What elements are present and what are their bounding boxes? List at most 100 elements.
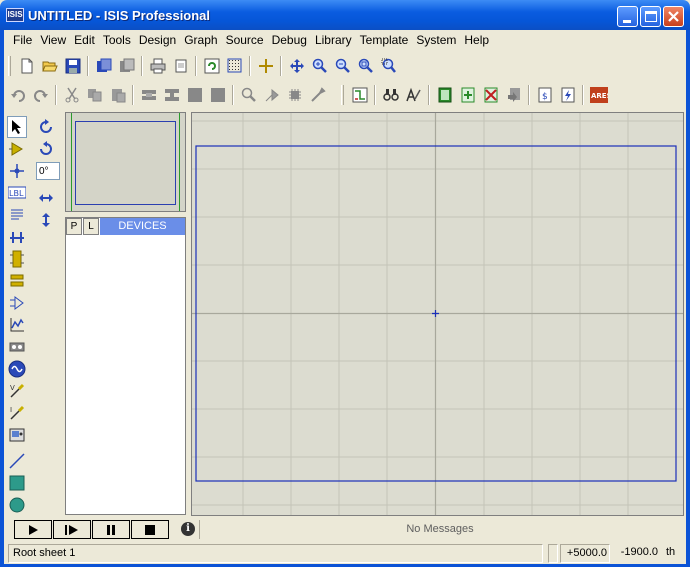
menu-file[interactable]: File	[10, 33, 37, 47]
status-bar: Root sheet 1 +5000.0 -1900.0 th	[4, 544, 686, 563]
zoom-in-icon[interactable]	[309, 56, 330, 77]
schematic-canvas[interactable]	[191, 112, 684, 516]
devices-title: DEVICES	[100, 218, 185, 235]
window-frame-right	[686, 30, 690, 567]
device-pins-icon[interactable]	[7, 292, 27, 314]
menu-debug[interactable]: Debug	[269, 33, 312, 47]
graph-mode-icon[interactable]	[7, 314, 27, 336]
component-mode-icon[interactable]	[7, 138, 27, 160]
print-area-icon[interactable]	[170, 56, 191, 77]
open-folder-icon[interactable]	[39, 56, 60, 77]
block-move-icon[interactable]	[161, 85, 182, 106]
devices-list[interactable]	[66, 235, 185, 514]
refresh-icon[interactable]	[201, 56, 222, 77]
status-coord-y: -1900.0	[620, 546, 658, 558]
block-copy-icon[interactable]	[138, 85, 159, 106]
circle-icon[interactable]	[7, 494, 27, 516]
menu-bar: File View Edit Tools Design Graph Source…	[4, 30, 686, 50]
wire-autorouter-icon[interactable]	[349, 85, 370, 106]
zoom-all-icon[interactable]	[355, 56, 376, 77]
wire-label-icon[interactable]: LBL	[7, 182, 27, 204]
overview-window[interactable]	[65, 112, 186, 212]
save-icon[interactable]	[62, 56, 83, 77]
subcircuit-icon[interactable]	[7, 248, 27, 270]
menu-help[interactable]: Help	[461, 33, 494, 47]
zoom-area-icon[interactable]	[378, 56, 399, 77]
add-sheet-icon[interactable]	[457, 85, 478, 106]
tape-recorder-icon[interactable]	[7, 336, 27, 358]
rotate-clockwise-icon[interactable]	[36, 116, 56, 138]
line-icon[interactable]	[7, 450, 27, 472]
packaging-icon[interactable]	[284, 85, 305, 106]
erc-icon[interactable]	[557, 85, 578, 106]
menu-view[interactable]: View	[37, 33, 71, 47]
selection-mode-icon[interactable]	[7, 116, 27, 138]
junction-dot-icon[interactable]	[7, 160, 27, 182]
cut-icon[interactable]	[61, 85, 82, 106]
terminals-icon[interactable]	[7, 270, 27, 292]
virtual-instruments-icon[interactable]	[7, 424, 27, 446]
menu-source[interactable]: Source	[223, 33, 269, 47]
text-script-icon[interactable]	[7, 204, 27, 226]
pick-devices-button[interactable]: P	[66, 218, 82, 235]
app-icon[interactable]: ISIS	[6, 8, 24, 22]
decompose-icon[interactable]	[307, 85, 328, 106]
block-delete-icon[interactable]	[207, 85, 228, 106]
box-icon[interactable]	[7, 472, 27, 494]
make-device-icon[interactable]	[261, 85, 282, 106]
bom-icon[interactable]: $	[534, 85, 555, 106]
mirror-x-icon[interactable]	[36, 187, 56, 209]
menu-template[interactable]: Template	[357, 33, 414, 47]
remove-sheet-icon[interactable]	[480, 85, 501, 106]
library-manager-button[interactable]: L	[83, 218, 99, 235]
pick-device-icon[interactable]	[238, 85, 259, 106]
origin-icon[interactable]	[255, 56, 276, 77]
export-section-icon[interactable]	[116, 56, 137, 77]
undo-icon[interactable]	[7, 85, 28, 106]
buses-icon[interactable]	[7, 226, 27, 248]
info-icon[interactable]: i	[181, 522, 195, 536]
close-icon[interactable]	[663, 6, 684, 27]
stop-icon[interactable]	[131, 520, 169, 539]
paste-icon[interactable]	[107, 85, 128, 106]
search-tag-icon[interactable]	[380, 85, 401, 106]
rotate-anticlockwise-icon[interactable]	[36, 138, 56, 160]
print-icon[interactable]	[147, 56, 168, 77]
svg-text:I: I	[10, 406, 12, 414]
voltage-probe-icon[interactable]: V	[7, 380, 27, 402]
svg-text:$: $	[542, 92, 548, 102]
goto-sheet-icon[interactable]	[503, 85, 524, 106]
minimize-icon[interactable]	[617, 6, 638, 27]
current-probe-icon[interactable]: I	[7, 402, 27, 424]
menu-design[interactable]: Design	[136, 33, 181, 47]
property-assign-icon[interactable]	[403, 85, 424, 106]
pause-icon[interactable]	[92, 520, 130, 539]
maximize-icon[interactable]	[640, 6, 661, 27]
generator-icon[interactable]	[7, 358, 27, 380]
block-rotate-icon[interactable]	[184, 85, 205, 106]
new-sheet-icon[interactable]	[434, 85, 455, 106]
toolbar-grip[interactable]	[8, 56, 11, 76]
ares-icon[interactable]: ARES	[588, 85, 609, 106]
toolbar-grip[interactable]	[341, 85, 344, 105]
status-coord-x: +5000.0	[560, 544, 610, 563]
copy-icon[interactable]	[84, 85, 105, 106]
svg-text:V: V	[10, 384, 15, 392]
pan-icon[interactable]	[286, 56, 307, 77]
menu-tools[interactable]: Tools	[100, 33, 136, 47]
menu-library[interactable]: Library	[312, 33, 357, 47]
redo-icon[interactable]	[30, 85, 51, 106]
import-section-icon[interactable]	[93, 56, 114, 77]
rotation-angle-input[interactable]	[36, 162, 60, 180]
menu-edit[interactable]: Edit	[71, 33, 100, 47]
grid-icon[interactable]	[224, 56, 245, 77]
play-icon[interactable]	[14, 520, 52, 539]
menu-graph[interactable]: Graph	[181, 33, 222, 47]
step-icon[interactable]	[53, 520, 91, 539]
zoom-out-icon[interactable]	[332, 56, 353, 77]
mode-toolbar: LBL V I	[7, 116, 29, 516]
message-area[interactable]: No Messages	[199, 520, 679, 539]
mirror-y-icon[interactable]	[36, 209, 56, 231]
new-file-icon[interactable]	[16, 56, 37, 77]
menu-system[interactable]: System	[413, 33, 461, 47]
